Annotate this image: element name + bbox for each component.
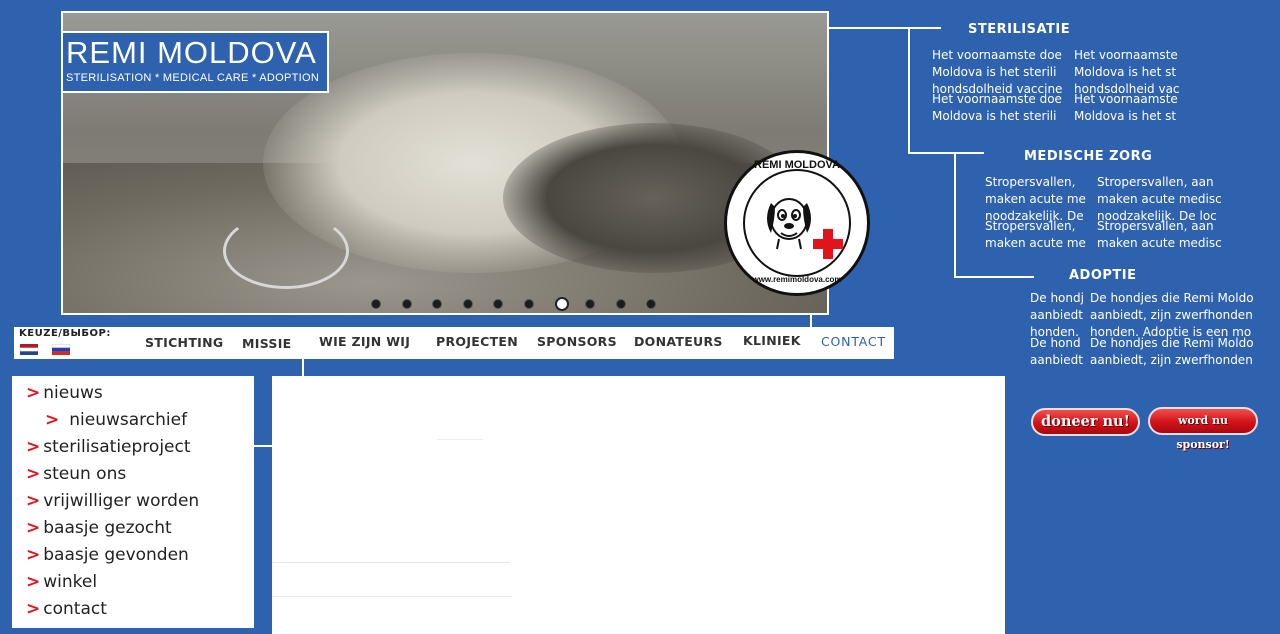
menu-item-vrijwilliger-worden[interactable]: > vrijwilliger worden	[26, 491, 199, 511]
menu-item-sterilisatieproject[interactable]: > sterilisatieproject	[26, 437, 191, 457]
panel-text-col: Het voornaamste doe Moldova is het steril…	[932, 48, 1063, 123]
menu-item-baasje-gevonden[interactable]: > baasje gevonden	[26, 545, 189, 565]
arrow-icon: >	[26, 437, 41, 457]
menu-item-winkel[interactable]: > winkel	[26, 572, 97, 592]
sidebar-menu: > nieuws > nieuwsarchief > sterilisatieproj…	[12, 376, 254, 628]
site-subtitle: STERILISATION * MEDICAL CARE * ADOPTION	[66, 72, 320, 84]
menu-item-contact[interactable]: > contact	[26, 599, 107, 619]
russian-flag-icon[interactable]	[52, 344, 70, 355]
menu-item-label: steun ons	[43, 464, 127, 484]
nav-projecten[interactable]: PROJECTEN	[436, 334, 518, 349]
divider	[437, 439, 483, 440]
menu-item-nieuws[interactable]: > nieuws	[26, 383, 103, 403]
main-navigation: KEUZE/ВЫБОР: STICHTING MISSIE WIE ZIJN W…	[14, 327, 894, 359]
donate-button[interactable]: doneer nu!	[1031, 408, 1140, 436]
menu-item-label: baasje gevonden	[43, 545, 189, 565]
main-content-area	[272, 376, 1005, 634]
nav-donateurs[interactable]: DONATEURS	[634, 334, 723, 349]
panel-heading-medische-zorg[interactable]: MEDISCHE ZORG	[1024, 149, 1152, 164]
nav-missie[interactable]: MISSIE	[242, 336, 292, 351]
arrow-icon: >	[26, 383, 41, 403]
menu-item-label: winkel	[43, 572, 98, 592]
site-brand[interactable]: REMI MOLDOVA STERILISATION * MEDICAL CAR…	[63, 31, 329, 93]
connector-line	[954, 154, 956, 278]
menu-item-baasje-gezocht[interactable]: > baasje gezocht	[26, 518, 172, 538]
panel-heading-adoptie[interactable]: ADOPTIE	[1069, 268, 1137, 283]
arrow-icon: >	[26, 545, 41, 565]
connector-line	[829, 27, 941, 29]
menu-item-steun-ons[interactable]: > steun ons	[26, 464, 126, 484]
panel-text-col: Stropersvallen, maken acute me noodzakelij…	[985, 175, 1086, 250]
panel-text-sterilisatie: Het voornaamste doe Moldova is het steril…	[932, 47, 1180, 125]
menu-item-label: vrijwilliger worden	[43, 491, 200, 511]
nav-wie-zijn-wij[interactable]: WIE ZIJN WIJ	[319, 334, 410, 349]
slider-dot[interactable]	[401, 299, 412, 309]
panel-text-adoptie: De hondj aanbiedt honden. De hond aanbiedt D…	[1030, 290, 1280, 386]
menu-item-label: contact	[43, 599, 107, 619]
red-cross-icon	[813, 229, 843, 259]
divider	[272, 596, 512, 597]
divider	[272, 562, 510, 563]
panel-text-medische-zorg: Stropersvallen, maken acute me noodzakelij…	[985, 174, 1235, 260]
connector-line	[302, 359, 304, 377]
menu-item-label: baasje gezocht	[43, 518, 172, 538]
arrow-icon: >	[26, 599, 41, 619]
logo-url-text: www.remimoldova.com	[752, 275, 842, 284]
panel-text-col: De hondjes die Remi Moldo aanbiedt, zijn …	[1090, 291, 1254, 367]
sponsor-button[interactable]: word nu sponsor!	[1148, 407, 1258, 451]
slider-dot[interactable]	[615, 299, 626, 309]
panel-text-col: De hondj aanbiedt honden. De hond aanbiedt	[1030, 291, 1084, 367]
arrow-icon: >	[45, 410, 60, 430]
remi-moldova-logo[interactable]: REMI MOLDOVA www.remimoldova.com	[724, 150, 870, 296]
nav-contact[interactable]: CONTACT	[821, 334, 886, 349]
arrow-icon: >	[26, 518, 41, 538]
connector-line	[908, 29, 910, 154]
menu-item-label: nieuws	[43, 383, 103, 403]
logo-top-text: REMI MOLDOVA	[754, 159, 840, 171]
slider-dot[interactable]	[524, 299, 534, 309]
menu-item-label: sterilisatieproject	[43, 437, 191, 457]
slider-dot[interactable]	[554, 297, 569, 311]
arrow-icon: >	[26, 572, 41, 592]
dog-face-icon	[767, 198, 811, 250]
connector-line	[908, 152, 984, 154]
menu-item-nieuwsarchief[interactable]: > nieuwsarchief	[45, 410, 187, 430]
header-banner-slideshow: REMI MOLDOVA STERILISATION * MEDICAL CAR…	[61, 11, 829, 315]
panel-heading-sterilisatie[interactable]: STERILISATIE	[968, 22, 1070, 37]
slider-dot[interactable]	[371, 299, 381, 309]
arrow-icon: >	[26, 464, 41, 484]
panel-text-col: Stropersvallen, aan maken acute medisc noo…	[1097, 175, 1222, 250]
nav-stichting[interactable]: STICHTING	[145, 335, 223, 350]
connector-line	[254, 445, 272, 447]
banner-photo-bowl	[223, 213, 349, 289]
slider-dot[interactable]	[462, 299, 473, 309]
dutch-flag-icon[interactable]	[20, 344, 38, 355]
site-title: REMI MOLDOVA	[66, 35, 317, 70]
menu-item-label: nieuwsarchief	[69, 410, 188, 430]
nav-sponsors[interactable]: SPONSORS	[537, 334, 617, 349]
panel-text-col: Het voornaamste Moldova is het st hondsdol…	[1074, 48, 1180, 123]
connector-line	[954, 276, 1034, 278]
nav-kliniek[interactable]: KLINIEK	[743, 333, 801, 348]
language-label: KEUZE/ВЫБОР:	[19, 328, 111, 339]
arrow-icon: >	[26, 491, 41, 511]
